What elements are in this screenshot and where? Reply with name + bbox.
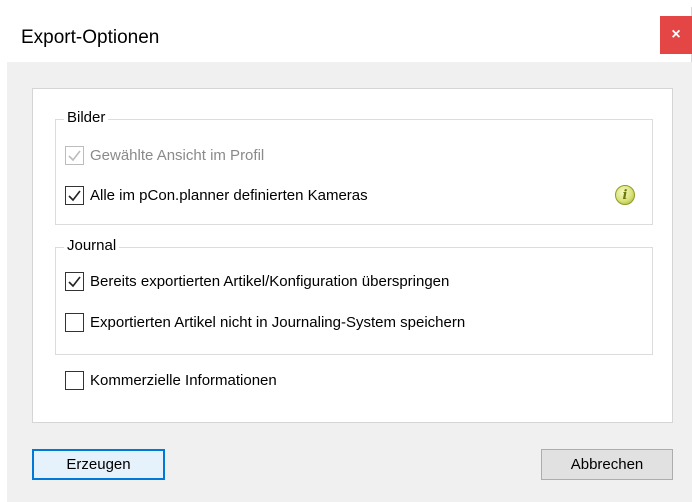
option-skip-exported-articles[interactable]: Bereits exportierten Artikel/Konfigurati… — [65, 272, 449, 291]
dialog-title: Export-Optionen — [21, 27, 160, 48]
checkbox-skip-exported[interactable] — [65, 272, 84, 291]
option-all-cameras[interactable]: Alle im pCon.planner definierten Kameras — [65, 186, 368, 205]
checkbox-commercial-information[interactable] — [65, 371, 84, 390]
group-bilder-legend: Bilder — [64, 109, 109, 126]
group-journal: Journal Bereits exportierten Artikel/Kon… — [55, 237, 653, 355]
close-icon: × — [671, 26, 681, 43]
options-panel: Bilder Gewählte Ansicht im Profil Alle i… — [32, 88, 673, 423]
option-selected-view-in-profile[interactable]: Gewählte Ansicht im Profil — [65, 146, 264, 165]
option-label: Alle im pCon.planner definierten Kameras — [90, 187, 368, 204]
info-icon-glyph: i — [622, 187, 628, 203]
checkbox-do-not-save-journaling[interactable] — [65, 313, 84, 332]
checkbox-selected-view[interactable] — [65, 146, 84, 165]
cancel-button-label: Abbrechen — [570, 456, 644, 473]
checkmark-icon — [68, 190, 81, 202]
option-label: Exportierten Artikel nicht in Journaling… — [90, 314, 466, 331]
cancel-button[interactable]: Abbrechen — [541, 449, 673, 480]
checkbox-all-cameras[interactable] — [65, 186, 84, 205]
option-label: Gewählte Ansicht im Profil — [90, 147, 265, 164]
export-options-dialog: Export-Optionen × Bilder Gewählte Ansich… — [0, 0, 692, 502]
create-button[interactable]: Erzeugen — [32, 449, 165, 480]
window-frame-top — [0, 0, 692, 7]
option-commercial-information[interactable]: Kommerzielle Informationen — [65, 371, 277, 390]
group-bilder: Bilder Gewählte Ansicht im Profil Alle i… — [55, 109, 653, 225]
option-do-not-save-journaling[interactable]: Exportierten Artikel nicht in Journaling… — [65, 313, 465, 332]
group-journal-legend: Journal — [64, 237, 120, 254]
info-icon[interactable]: i — [615, 185, 635, 205]
close-button[interactable]: × — [660, 16, 692, 54]
title-bar: Export-Optionen — [7, 7, 692, 62]
window-frame-left — [0, 0, 7, 502]
option-label: Bereits exportierten Artikel/Konfigurati… — [90, 273, 450, 290]
checkmark-icon — [68, 150, 81, 162]
option-label: Kommerzielle Informationen — [90, 372, 277, 389]
checkmark-icon — [68, 276, 81, 288]
create-button-label: Erzeugen — [66, 456, 131, 473]
